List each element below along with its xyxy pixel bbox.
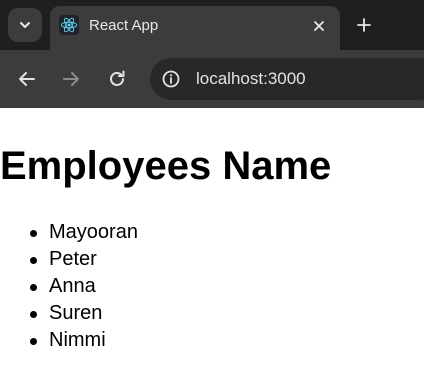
employee-list: Mayooran Peter Anna Suren Nimmi — [0, 219, 138, 354]
employee-name: Nimmi — [49, 329, 106, 351]
tab-search-button[interactable] — [8, 8, 42, 42]
arrow-right-icon — [63, 72, 79, 86]
new-tab-button[interactable] — [352, 13, 376, 37]
bullet-icon — [30, 230, 37, 237]
bullet-icon — [30, 338, 37, 345]
back-button[interactable] — [15, 67, 39, 91]
reload-button[interactable] — [105, 67, 129, 91]
browser-toolbar: localhost:3000 — [0, 50, 424, 108]
site-info-button[interactable] — [159, 67, 183, 91]
tab-strip: React App — [0, 0, 424, 50]
react-logo-icon — [59, 15, 79, 35]
chevron-down-icon — [20, 22, 30, 28]
page-content: Employees Name Mayooran Peter Anna Suren… — [0, 108, 424, 371]
list-item: Suren — [0, 300, 138, 327]
bullet-icon — [30, 311, 37, 318]
url-text: localhost:3000 — [196, 69, 306, 88]
employee-name: Anna — [49, 275, 96, 297]
tab-title: React App — [89, 17, 159, 34]
tab-close-button[interactable] — [308, 15, 330, 37]
address-bar[interactable]: localhost:3000 — [150, 58, 424, 100]
forward-button[interactable] — [59, 67, 83, 91]
close-icon — [314, 21, 324, 31]
browser-tab[interactable]: React App — [50, 6, 340, 50]
employee-name: Peter — [49, 248, 97, 270]
page-heading: Employees Name — [0, 144, 332, 188]
list-item: Anna — [0, 273, 138, 300]
info-icon — [162, 70, 180, 88]
list-item: Mayooran — [0, 219, 138, 246]
plus-icon — [357, 18, 371, 32]
employee-name: Suren — [49, 302, 103, 324]
arrow-left-icon — [19, 72, 35, 86]
list-item: Nimmi — [0, 327, 138, 354]
list-item: Peter — [0, 246, 138, 273]
bullet-icon — [30, 284, 37, 291]
bullet-icon — [30, 257, 37, 264]
employee-name: Mayooran — [49, 221, 138, 243]
reload-icon — [110, 70, 125, 86]
